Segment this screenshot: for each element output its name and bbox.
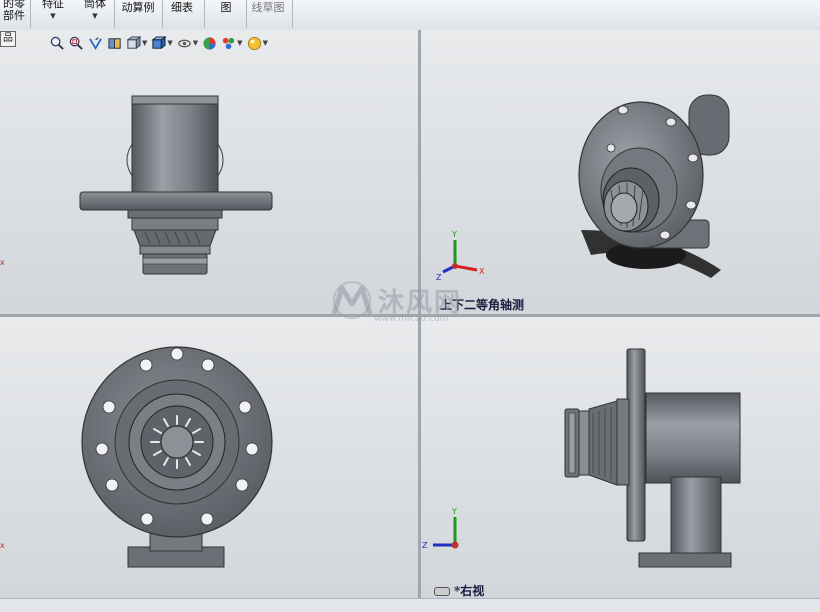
viewport-label-right: *右视 xyxy=(434,582,484,599)
model-top-view: x xyxy=(0,346,273,568)
axis-z-label: Z xyxy=(436,273,442,282)
axis-y-label: Y xyxy=(451,230,457,239)
model-right-view: Y Z xyxy=(422,348,741,568)
status-bar xyxy=(0,598,820,612)
watermark-logo-icon xyxy=(331,281,373,319)
axis-x-label-partial: x xyxy=(0,541,5,550)
watermark-url: www.mfcad.com xyxy=(374,314,449,324)
axis-x-label-partial: x xyxy=(0,258,5,267)
coordinate-triad-right: Y Z xyxy=(422,507,459,550)
axis-z-label: Z xyxy=(422,541,428,550)
coordinate-triad: Y X Z xyxy=(436,230,485,282)
axis-x-label: X xyxy=(479,267,485,276)
model-isometric-view: Y X Z xyxy=(436,94,730,282)
viewport-label-right-text: *右视 xyxy=(454,584,485,598)
axis-y-label: Y xyxy=(451,507,457,516)
camera-icon xyxy=(434,587,450,596)
model-front-view: x xyxy=(0,95,273,275)
